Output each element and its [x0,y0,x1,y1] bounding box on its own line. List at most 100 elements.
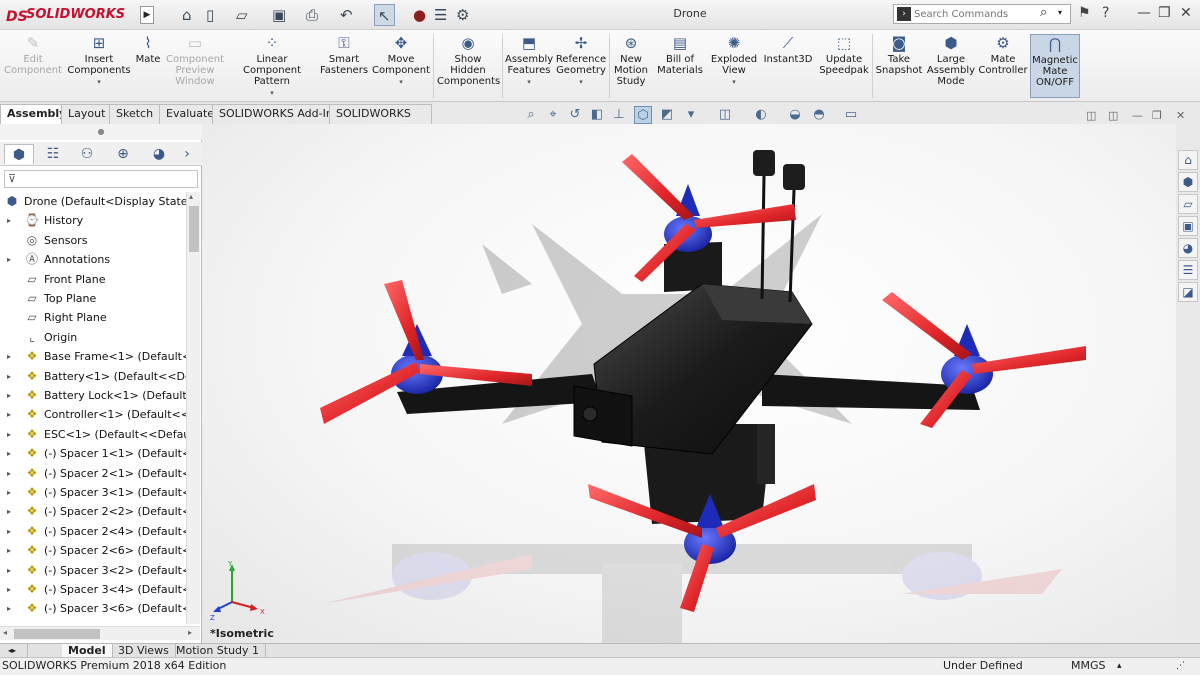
assembly-features-button[interactable]: ⬒ Assembly Features ▾ [505,34,553,98]
feature-tree-item[interactable]: ▸ ❖ Battery Lock<1> (Default<<De [0,386,186,405]
feature-tree-item[interactable]: ▸ ❖ (-) Spacer 2<6> (Default<<Def [0,541,186,560]
move-component-dropdown-icon[interactable]: ▾ [372,77,430,88]
zoom-to-fit-icon[interactable]: ⌕ [522,106,540,124]
expand-arrow-icon[interactable]: ▸ [7,250,11,269]
display-style-dropdown-icon[interactable]: ▾ [682,106,700,124]
solidworks-forum-icon[interactable]: ◪ [1178,282,1198,302]
configuration-manager-tab-icon[interactable]: ⚇ [72,144,102,164]
expand-arrow-icon[interactable]: ▸ [7,367,11,386]
reference-geometry-button[interactable]: ✢ Reference Geometry ▾ [555,34,607,98]
previous-view-icon[interactable]: ↺ [566,106,584,124]
exploded-view-dropdown-icon[interactable]: ▾ [708,77,760,88]
minimize-doc-icon[interactable]: — [1132,109,1143,122]
expand-arrow-icon[interactable]: ▸ [7,502,11,521]
linear-component-pattern-button[interactable]: ⁘ Linear Component Pattern ▾ [228,34,316,98]
feature-tree-item[interactable]: ▱ Top Plane [0,289,186,308]
help-resources-icon[interactable]: ⚑ [1078,5,1091,21]
tree-filter[interactable]: ⊽ [4,170,198,188]
scrollbar-thumb[interactable] [14,629,100,639]
new-motion-study-button[interactable]: ⊛ New Motion Study [611,34,651,98]
tab-scroll-arrows-icon[interactable]: ◂▸ [6,644,28,658]
expand-arrow-icon[interactable]: ▸ [7,386,11,405]
tab-3d-views[interactable]: 3D Views [112,644,176,658]
select-pointer-icon[interactable]: ↖ [374,4,395,26]
insert-components-dropdown-icon[interactable]: ▾ [66,77,132,88]
custom-properties-icon[interactable]: ☰ [1178,260,1198,280]
edit-appearance-icon[interactable]: ◐ [752,106,770,124]
minimize-window-icon[interactable]: — [1137,5,1151,21]
hide-show-items-icon[interactable]: ◫ [716,106,734,124]
solidworks-logo[interactable]: DS SOLIDWORKS [4,4,138,26]
take-snapshot-button[interactable]: ◙ Take Snapshot [874,34,924,98]
restore-window-icon[interactable]: ❐ [1158,5,1171,21]
menu-expand-arrow-icon[interactable]: ▶ [140,6,154,24]
feature-tree-item[interactable]: ▸ ❖ (-) Spacer 1<1> (Default<<Def [0,444,186,463]
dynamic-annotation-icon[interactable]: ⊥ [610,106,628,124]
expand-arrow-icon[interactable]: ▸ [7,561,11,580]
exploded-view-button[interactable]: ✺ Exploded View ▾ [708,34,760,98]
feature-tree-item[interactable]: ▸ ❖ (-) Spacer 2<4> (Default<<Def [0,522,186,541]
undo-icon[interactable]: ↶ [340,4,353,26]
feature-tree-item[interactable]: ▸ ❖ Battery<1> (Default<<Default: [0,367,186,386]
feature-tree-item[interactable]: ▸ ❖ (-) Spacer 2<1> (Default<<Def [0,464,186,483]
search-icon[interactable]: ⌕ [1040,5,1047,20]
graphics-area[interactable]: Y X Z *Isometric [202,124,1176,643]
solidworks-resources-icon[interactable]: ⌂ [1178,150,1198,170]
expand-arrow-icon[interactable]: ▸ [7,425,11,444]
file-explorer-icon[interactable]: ▱ [1178,194,1198,214]
view-palette-icon[interactable]: ▣ [1178,216,1198,236]
tab-sketch[interactable]: Sketch [109,104,161,124]
feature-tree-item[interactable]: ▸ ❖ Controller<1> (Default<<Defa [0,405,186,424]
expand-arrow-icon[interactable]: ▸ [7,541,11,560]
expand-arrow-icon[interactable]: ▸ [7,405,11,424]
feature-tree-item[interactable]: ⌞ Origin [0,328,186,347]
edit-component-button[interactable]: ✎ Edit Component [4,34,62,98]
tree-horizontal-scrollbar[interactable]: ◂ ▸ [0,626,200,640]
close-doc-icon[interactable]: ✕ [1176,109,1185,122]
expand-arrow-icon[interactable]: ▸ [7,444,11,463]
view-settings-icon[interactable]: ◓ [810,106,828,124]
update-speedpak-button[interactable]: ⬚ Update Speedpak [818,34,870,98]
appearances-scenes-icon[interactable]: ◕ [1178,238,1198,258]
tab-model[interactable]: Model [62,644,113,658]
scrollbar-thumb[interactable] [189,206,199,252]
new-document-icon[interactable]: ▯ [206,4,214,26]
view-orientation-icon[interactable]: ⬡ [634,106,652,124]
mate-button[interactable]: ⌇ Mate [134,34,162,98]
restore-doc-icon[interactable]: ❐ [1152,109,1162,122]
feature-tree-item[interactable]: ▸ ❖ (-) Spacer 2<2> (Default<<Def [0,502,186,521]
display-monitor-icon[interactable]: ▭ [842,106,860,124]
feature-manager-tab-icon[interactable]: ⬢ [4,144,34,164]
tab-layout[interactable]: Layout [61,104,113,124]
expand-arrow-icon[interactable]: ▸ [7,599,11,618]
feature-tree-item[interactable]: ▸ ⌚ History [0,211,186,230]
tab-motion-study-1[interactable]: Motion Study 1 [170,644,267,658]
property-manager-tab-icon[interactable]: ☷ [38,144,68,164]
feature-tree-item[interactable]: ▸ ❖ (-) Spacer 3<4> (Default<<Def [0,580,186,599]
rebuild-icon[interactable]: ● [413,4,426,26]
unit-system-chevron-icon[interactable]: ▴ [1117,658,1122,674]
close-window-icon[interactable]: ✕ [1180,5,1192,21]
expand-arrow-icon[interactable]: ▸ [7,483,11,502]
home-icon[interactable]: ⌂ [182,4,192,26]
open-folder-icon[interactable]: ▱ [236,4,248,26]
bill-of-materials-button[interactable]: ▤ Bill of Materials [656,34,704,98]
options-gear-icon[interactable]: ⚙ [456,4,469,26]
mate-controller-button[interactable]: ⚙ Mate Controller [978,34,1028,98]
search-commands-box[interactable]: › ⌕ ▾ [893,4,1071,24]
dimxpert-manager-tab-icon[interactable]: ⊕ [108,144,138,164]
feature-tree-item[interactable]: ▸ ❖ (-) Spacer 3<6> (Default<<Def [0,599,186,618]
feature-tree-item[interactable]: ▸ ❖ (-) Spacer 3<1> (Default<<Def [0,483,186,502]
expand-arrow-icon[interactable]: ▸ [7,580,11,599]
feature-tree-item[interactable]: ▸ ❖ Base Frame<1> (Default<<Def [0,347,186,366]
unit-system-button[interactable]: MMGS [1071,658,1106,674]
search-commands-input[interactable] [914,6,1034,22]
help-icon[interactable]: ? [1102,5,1109,21]
print-icon[interactable]: ⎙ [306,4,318,26]
scroll-up-icon[interactable]: ▴ [189,192,193,201]
feature-tree-item[interactable]: ▱ Right Plane [0,308,186,327]
reference-geometry-dropdown-icon[interactable]: ▾ [555,77,607,88]
show-hidden-components-button[interactable]: ◉ Show Hidden Components [437,34,500,98]
feature-tree-item[interactable]: ▱ Front Plane [0,270,186,289]
smart-fasteners-button[interactable]: ⚿ Smart Fasteners [318,34,370,98]
